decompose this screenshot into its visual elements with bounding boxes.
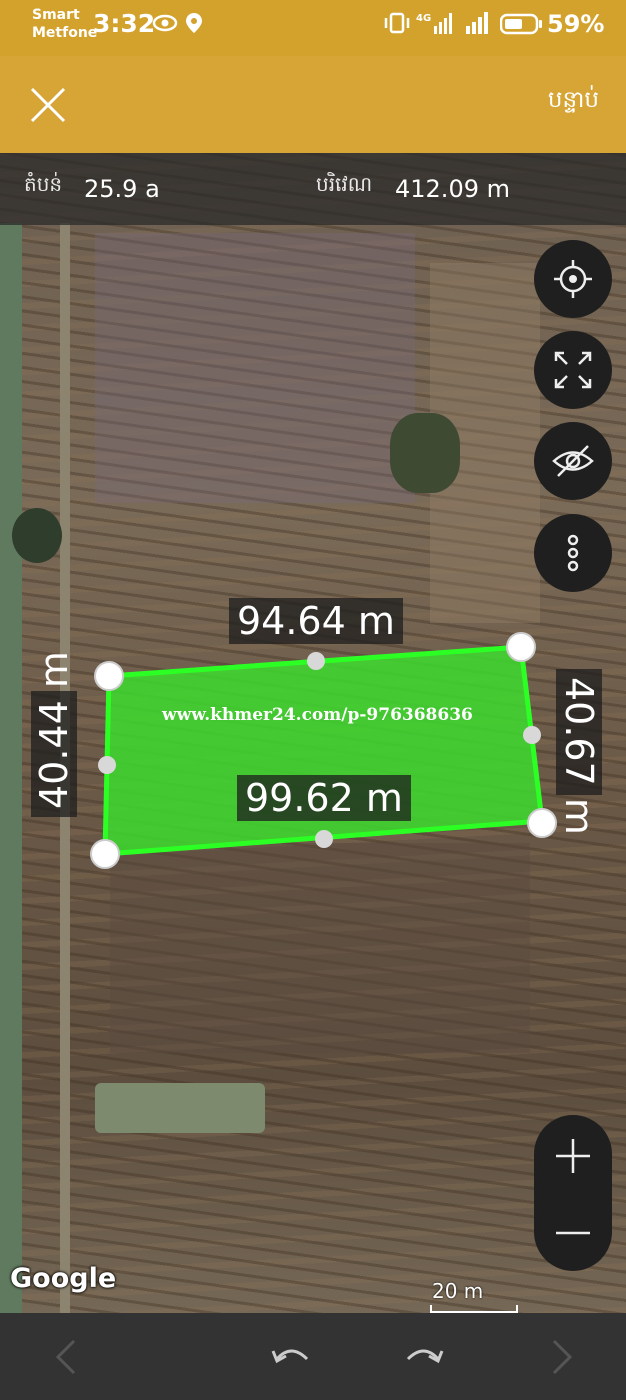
plus-icon [556,1139,590,1173]
perimeter-label: បរិវេណ [316,172,373,196]
measured-plot [90,632,557,869]
more-button[interactable] [534,514,612,592]
vertex-handle[interactable] [506,632,536,662]
edit-navigation-bar [0,1313,626,1400]
clock: 3:32 [93,9,156,38]
vibrate-icon [384,12,410,34]
redo-icon[interactable] [400,1333,448,1381]
edge-length-right: 40.67 m [556,669,602,835]
vertex-handle[interactable] [527,808,557,838]
area-label: តំបន់ [24,172,63,196]
map-scale-label: 20 m [432,1279,484,1303]
hide-button[interactable] [534,422,612,500]
midpoint-handle[interactable] [523,726,541,744]
midpoint-handle[interactable] [315,830,333,848]
map-scale-bar [430,1305,518,1313]
app-toolbar: បន្ទាប់ [0,56,626,153]
next-button[interactable]: បន្ទាប់ [548,86,599,119]
minus-icon [556,1231,590,1235]
my-location-icon [554,260,592,298]
measurement-summary: តំបន់ 25.9 a បរិវេណ 412.09 m [0,153,626,225]
signal-icon [466,12,488,34]
edge-length-top: 94.64 m [229,598,403,644]
status-bar: Smart Metfone 3:32 4G 59% [0,0,626,56]
perimeter-value: 412.09 m [395,175,510,203]
location-icon [186,13,202,33]
edge-length-bottom: 99.62 m [237,775,411,821]
fullscreen-icon [554,351,592,389]
more-icon [567,534,579,572]
back-arrow-icon[interactable] [44,1333,92,1381]
undo-icon[interactable] [267,1333,315,1381]
zoom-control [534,1115,612,1271]
forward-arrow-icon[interactable] [536,1333,584,1381]
battery-percent: 59% [547,10,605,38]
my-location-button[interactable] [534,240,612,318]
zoom-out-button[interactable] [534,1193,612,1271]
midpoint-handle[interactable] [307,652,325,670]
midpoint-handle[interactable] [98,756,116,774]
close-icon[interactable] [26,83,70,127]
svg-text:4G: 4G [416,13,431,24]
satellite-map[interactable]: 94.64 m 99.62 m 40.44 m 40.67 m www.khme… [0,153,626,1313]
vertex-handle[interactable] [94,661,124,691]
area-value: 25.9 a [84,175,160,203]
vertex-handle[interactable] [90,839,120,869]
watermark: www.khmer24.com/p-976368636 [162,705,473,725]
signal-4g-icon: 4G [416,13,452,34]
carrier-name: Smart Metfone [32,7,98,41]
plot-polygon[interactable] [102,644,545,857]
battery-icon [500,13,542,35]
zoom-in-button[interactable] [534,1115,612,1193]
hide-icon [552,445,594,477]
google-attribution: Google [10,1263,117,1294]
edge-length-left: 40.44 m [31,651,77,817]
fullscreen-button[interactable] [534,331,612,409]
eye-icon [152,14,178,32]
